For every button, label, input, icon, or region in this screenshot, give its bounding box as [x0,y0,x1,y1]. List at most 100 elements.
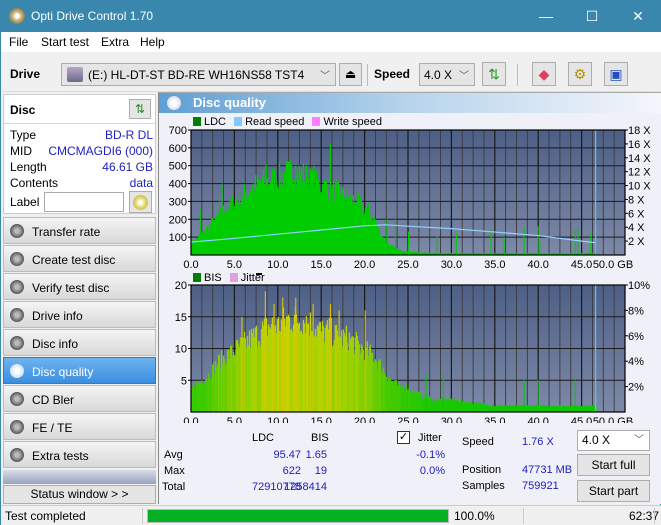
toolbar: Drive (E:) HL-DT-ST BD-RE WH16NS58 TST4 … [1,52,661,92]
jitter-checkbox[interactable]: ✓ [397,431,410,444]
disc-test-icon [10,364,24,378]
status-text: Test completed [5,509,86,523]
row-max-label: Max [164,465,185,477]
refresh-button[interactable]: ⇅ [482,62,506,86]
nav-label: Drive info [32,309,83,323]
divider [523,508,524,524]
eraser-icon: ◆ [538,66,550,82]
maximize-button[interactable]: ☐ [569,1,615,32]
disc-contents-value: data [129,176,153,190]
save-icon: ▣ [609,66,623,82]
disc-length-value: 46.61 GB [102,160,153,174]
start-full-button[interactable]: Start full [577,454,650,476]
settings-button[interactable]: ⚙ [568,62,592,86]
divider [654,508,655,524]
nav-drive-info[interactable]: Drive info [3,301,156,328]
window-title: Opti Drive Control 1.70 [31,9,154,23]
sidebar: Disc ⇅ Type BD-R DL MID CMCMAGDI6 (000) … [1,92,158,504]
disc-mid-label: MID [10,144,32,158]
refresh-icon: ⇅ [134,102,146,116]
disc-test-icon [10,420,24,434]
disc-label-label: Label [10,195,40,209]
nav-spacer [3,470,156,484]
eject-icon: ⏏ [344,67,357,81]
nav-disc-quality[interactable]: Disc quality [3,357,156,384]
disc-quality-panel: Disc quality LDC Read speed Write speed … [158,92,661,504]
label-disc-button[interactable] [129,191,152,213]
nav-extra-tests[interactable]: Extra tests [3,441,156,468]
total-bis-value: 1258414 [284,481,327,493]
disc-info-panel: Disc ⇅ Type BD-R DL MID CMCMAGDI6 (000) … [3,94,156,214]
stats-table: LDC BIS Avg Max Total 95.47 1.65 622 19 … [159,93,661,505]
test-speed-select[interactable]: 4.0 X ﹀ [577,430,650,451]
nav-verify-test-disc[interactable]: Verify test disc [3,273,156,300]
speed-select-value: 4.0 X [424,68,453,82]
menu-bar: File Start test Extra Help [1,32,661,52]
col-ldc-header: LDC [252,432,275,444]
disc-test-icon [10,224,24,238]
toolbar-divider [517,64,518,86]
close-button[interactable]: ✕ [615,1,661,32]
disc-heading: Disc [10,103,36,117]
test-speed-value: 4.0 X [582,433,611,447]
menu-extra[interactable]: Extra [101,35,129,49]
menu-help[interactable]: Help [140,35,165,49]
nav-label: Verify test disc [32,281,110,295]
disc-test-icon [10,336,24,350]
title-bar: Opti Drive Control 1.70 — ☐ ✕ [1,1,661,32]
position-label: Position [462,464,502,476]
save-button[interactable]: ▣ [604,62,628,86]
disc-refresh-button[interactable]: ⇅ [129,99,151,119]
minimize-button[interactable]: — [523,1,569,32]
eject-button[interactable]: ⏏ [339,63,362,86]
disc-contents-label: Contents [10,176,59,190]
disc-mid-value: CMCMAGDI6 (000) [48,144,153,158]
toolbar-divider [367,64,368,86]
start-part-button[interactable]: Start part [577,480,650,502]
erase-button[interactable]: ◆ [532,62,556,86]
speed-select[interactable]: 4.0 X ﹀ [419,63,475,86]
disc-test-icon [10,252,24,266]
refresh-icon: ⇅ [488,66,500,82]
drive-select[interactable]: (E:) HL-DT-ST BD-RE WH16NS58 TST4 ﹀ [61,63,336,86]
nav-label: FE / TE [32,421,73,435]
nav-label: Extra tests [32,449,89,463]
speed-label: Speed [462,436,494,448]
samples-label: Samples [462,480,505,492]
nav-label: Create test disc [32,253,116,267]
disc-type-value: BD-R DL [104,128,153,142]
disc-type-label: Type [10,128,37,142]
progress-fill [148,510,448,522]
speed-label: Speed [374,67,411,81]
chevron-down-icon: ﹀ [634,435,644,446]
nav-fe-te[interactable]: FE / TE [3,413,156,440]
cd-icon [133,195,148,210]
nav-label: Disc info [32,337,79,351]
nav-cd-bler[interactable]: CD Bler [3,385,156,412]
max-jitter-value: 0.0% [419,465,445,477]
nav-transfer-rate[interactable]: Transfer rate [3,217,156,244]
menu-start-test[interactable]: Start test [41,35,89,49]
menu-file[interactable]: File [9,35,28,49]
settings-icon: ⚙ [573,66,587,82]
nav-create-test-disc[interactable]: Create test disc [3,245,156,272]
hard-drive-icon [67,67,83,82]
disc-test-icon [10,308,24,322]
disc-test-icon [10,280,24,294]
status-window-button[interactable]: Status window > > [3,485,156,504]
disc-test-icon [10,392,24,406]
position-value: 47731 MB [522,464,573,476]
app-window: Opti Drive Control 1.70 — ☐ ✕ File Start… [0,0,661,525]
drive-select-value: (E:) HL-DT-ST BD-RE WH16NS58 TST4 [88,68,305,82]
progress-bar [147,509,449,523]
disc-test-icon [10,448,24,462]
chevron-down-icon: ﹀ [320,71,330,82]
nav-label: CD Bler [32,393,75,407]
status-bar: Test completed 100.0% 62:37 [1,505,661,525]
disc-length-label: Length [10,160,47,174]
col-bis-header: BIS [311,432,329,444]
disc-label-input[interactable] [44,192,124,212]
avg-bis-value: 1.65 [305,449,327,461]
nav-disc-info[interactable]: Disc info [3,329,156,356]
divider [142,508,143,524]
